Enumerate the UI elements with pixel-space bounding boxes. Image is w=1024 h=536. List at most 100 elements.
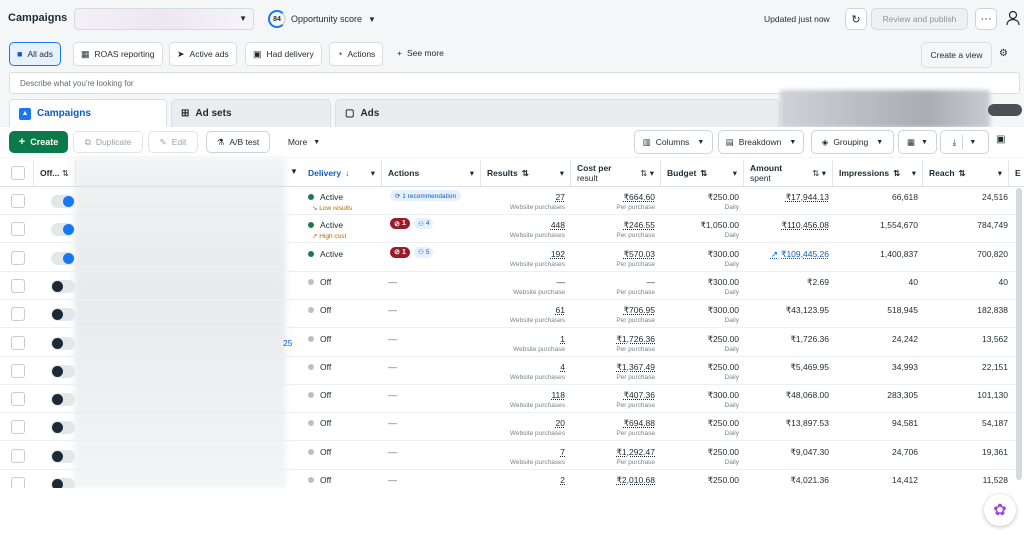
more-options-button[interactable]: ··· [975, 8, 997, 30]
campaign-toggle[interactable] [51, 308, 75, 322]
amount-spent-value[interactable]: ₹17,944.13 [743, 192, 829, 203]
select-all-checkbox[interactable] [11, 166, 25, 180]
breakdown-dropdown[interactable]: ▤ Breakdown ▼ [718, 130, 804, 154]
budget-value[interactable]: ₹250.00 [660, 192, 739, 203]
cost-per-result-value[interactable]: ₹570.03 [570, 249, 655, 260]
campaign-toggle[interactable] [51, 223, 75, 237]
table-row[interactable]: Off —7 Website purchases ₹1,292.47 Per purch… [0, 442, 1020, 470]
column-header-reach[interactable]: Reach ⇅ ▾ [923, 160, 1009, 186]
results-value[interactable]: 4 [479, 362, 565, 372]
settings-sliders-icon[interactable]: ⚙ [999, 48, 1008, 59]
column-header-budget[interactable]: Budget ⇅ ▾ [661, 160, 744, 186]
budget-value[interactable]: ₹250.00 [660, 418, 739, 429]
campaign-toggle[interactable] [51, 421, 75, 435]
cost-per-result-value[interactable]: — [570, 277, 656, 287]
results-value[interactable]: 20 [479, 418, 565, 428]
budget-value[interactable]: ₹300.00 [660, 249, 739, 260]
amount-spent-value[interactable]: ₹1,726.36 [743, 334, 830, 345]
campaign-toggle[interactable] [51, 336, 75, 350]
row-checkbox[interactable] [11, 278, 25, 293]
budget-value[interactable]: ₹300.00 [660, 305, 739, 316]
results-value[interactable]: 7 [479, 447, 565, 457]
budget-value[interactable]: ₹300.00 [660, 390, 739, 401]
tab-campaigns[interactable]: ▲ Campaigns [9, 99, 167, 127]
column-header-impressions[interactable]: Impressions ⇅ ▾ [833, 160, 923, 186]
table-row[interactable]: Active ↘ Low results ⟳ 1 recommendation 27 W… [0, 187, 1020, 215]
results-value[interactable]: 61 [479, 305, 565, 315]
results-value[interactable]: 118 [479, 390, 565, 400]
amount-spent-value[interactable]: ↗ ₹109,445.26 [743, 249, 829, 260]
duplicate-button[interactable]: ⧉ Duplicate [73, 131, 143, 153]
cost-per-result-value[interactable]: ₹694.88 [570, 418, 655, 429]
opportunity-score-dropdown[interactable]: 84 Opportunity score ▼ [268, 9, 376, 29]
table-row[interactable]: Off — — Website purchase — Per purchase ₹300.0… [0, 272, 1020, 300]
results-value[interactable]: 27 [479, 192, 565, 202]
column-header-results[interactable]: Results ⇅ ▾ [481, 160, 571, 186]
budget-value[interactable]: ₹250.00 [660, 334, 739, 345]
column-header-delivery[interactable]: Delivery ↓ ▾ [302, 160, 382, 186]
cost-per-result-value[interactable]: ₹407.36 [570, 390, 655, 401]
filter-tab-active-ads[interactable]: ➤ Active ads [169, 42, 237, 66]
table-row[interactable]: Off —4 Website purchases ₹1,367.49 Per purch… [0, 357, 1020, 385]
results-value[interactable]: — [479, 277, 566, 287]
cost-per-result-value[interactable]: ₹1,367.49 [570, 362, 656, 373]
edit-button[interactable]: ✎ Edit [148, 131, 198, 153]
column-header-amount-spent[interactable]: Amount spent ⇅ ▾ [744, 160, 833, 186]
row-checkbox[interactable] [11, 222, 25, 237]
results-value[interactable]: 192 [479, 249, 565, 259]
table-row[interactable]: Active ⊘ 1 ⚇ 5 192 Website purchases ₹570.03 Per… [0, 244, 1020, 272]
row-checkbox[interactable] [11, 194, 25, 208]
row-checkbox[interactable] [11, 335, 25, 350]
cost-per-result-value[interactable]: ₹706.95 [570, 305, 655, 316]
amount-spent-value[interactable]: ₹9,047.30 [743, 447, 830, 458]
more-dropdown[interactable]: More ▼ [280, 131, 328, 153]
amount-spent-value[interactable]: ₹43,123.95 [743, 305, 829, 316]
tab-ads[interactable]: ▢ Ads [335, 99, 780, 127]
table-row[interactable]: Off —61 Website purchases ₹706.95 Per purcha… [0, 300, 1020, 329]
ai-assistant-button[interactable]: ✿ [984, 494, 1016, 526]
export-button[interactable]: ⤓ ▼ [940, 130, 989, 154]
table-row[interactable]: Off —20 Website purchases ₹694.88 Per purcha… [0, 413, 1020, 442]
results-value[interactable]: 1 [479, 334, 565, 344]
people-badge[interactable]: ⚇ 4 [414, 218, 434, 230]
account-selector[interactable]: ▼ [74, 8, 254, 30]
filter-tab-all-ads[interactable]: ■ All ads [9, 42, 61, 66]
budget-value[interactable]: ₹1,050.00 [660, 220, 740, 231]
profile-icon[interactable] [1006, 10, 1020, 28]
column-header-cost-per-result[interactable]: Cost per result ⇅ ▾ [571, 160, 661, 186]
refresh-button[interactable]: ↻ [845, 8, 867, 30]
chevron-down-icon[interactable]: ▼ [290, 167, 298, 176]
campaign-toggle[interactable] [51, 393, 75, 407]
ab-test-button[interactable]: ⚗ A/B test [206, 131, 270, 153]
row-checkbox[interactable] [11, 363, 25, 378]
review-and-publish-button[interactable]: Review and publish [871, 8, 968, 30]
recommendation-badge[interactable]: ⟳ 1 recommendation [390, 190, 462, 201]
campaign-toggle[interactable] [51, 251, 75, 265]
row-checkbox[interactable] [11, 448, 25, 463]
budget-value[interactable]: ₹250.00 [660, 447, 739, 458]
columns-dropdown[interactable]: ▥ Columns ▼ [634, 130, 713, 154]
amount-spent-value[interactable]: ₹13,897.53 [743, 418, 829, 429]
filter-tab-actions[interactable]: ◔ Actions [329, 42, 384, 66]
create-button[interactable]: + Create [9, 131, 68, 153]
cost-per-result-value[interactable]: ₹1,726.36 [570, 334, 656, 345]
cost-per-result-value[interactable]: ₹1,292.47 [570, 447, 656, 458]
people-badge[interactable]: ⚇ 5 [414, 246, 434, 258]
vertical-scrollbar[interactable] [1016, 188, 1022, 480]
row-checkbox[interactable] [11, 307, 25, 322]
row-checkbox[interactable] [11, 420, 25, 435]
cost-per-result-value[interactable]: ₹664.60 [570, 192, 655, 203]
budget-value[interactable]: ₹250.00 [660, 475, 739, 486]
cost-per-result-value[interactable]: ₹246.55 [570, 220, 655, 231]
amount-spent-value[interactable]: ₹4,021.36 [743, 475, 830, 486]
reports-dropdown[interactable]: ▦ ▼ [898, 130, 937, 154]
table-row[interactable]: 25 Off —1 Website purchase ₹1,726.36 Per purc… [0, 329, 1020, 357]
amount-spent-value[interactable]: ₹5,469.95 [743, 362, 830, 373]
column-header-off-on[interactable]: Off... ⇅ [34, 160, 76, 186]
table-row[interactable]: Off —118 Website purchases ₹407.36 Per purch… [0, 385, 1020, 414]
cost-per-result-value[interactable]: ₹2,010.68 [570, 475, 656, 486]
row-checkbox[interactable] [11, 250, 25, 265]
campaign-toggle[interactable] [51, 364, 75, 378]
amount-spent-value[interactable]: ₹2.69 [743, 277, 829, 288]
tab-ad-sets[interactable]: ⊞ Ad sets [171, 99, 331, 127]
